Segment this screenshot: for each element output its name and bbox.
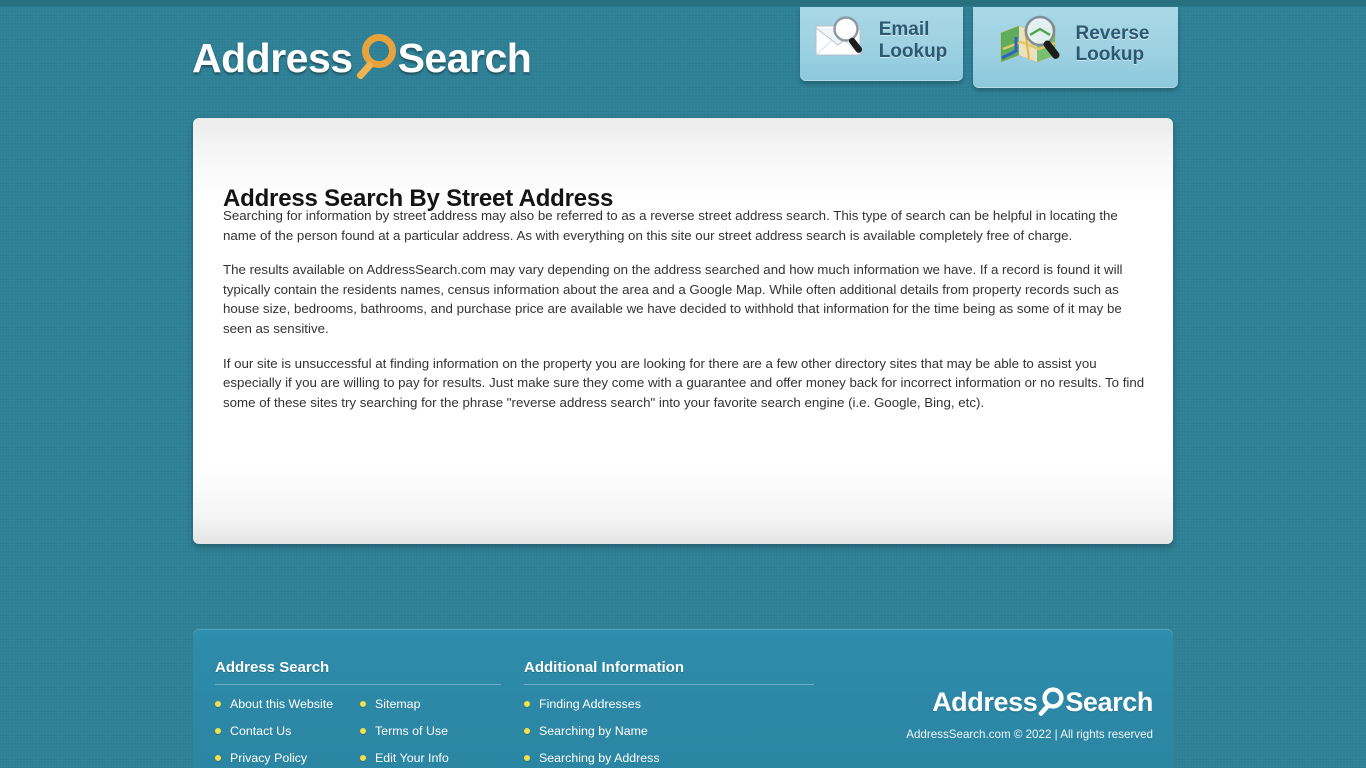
bullet-icon xyxy=(524,701,530,707)
magnifying-glass-icon xyxy=(1038,686,1064,719)
magnifying-glass-icon xyxy=(355,32,397,84)
tab-reverse-lookup[interactable]: Reverse Lookup xyxy=(973,6,1178,88)
footer-link-edit-your-info[interactable]: Edit Your Info xyxy=(375,751,449,765)
content-card: Address Search By Street Address Searchi… xyxy=(193,118,1173,544)
logo-text-search: Search xyxy=(397,34,532,81)
footer-link-list: Finding Addresses Searching by Name Sear… xyxy=(524,697,660,768)
bullet-icon xyxy=(360,755,366,761)
top-accent-strip xyxy=(0,0,1366,7)
top-tab-bar: Email Lookup Reverse Lookup xyxy=(800,6,1178,88)
footer-heading: Additional Information xyxy=(524,659,814,685)
footer-column-additional-information: Additional Information Finding Addresses… xyxy=(524,659,814,768)
footer-link-searching-by-name[interactable]: Searching by Name xyxy=(539,724,648,738)
list-item[interactable]: Sitemap xyxy=(360,697,449,711)
tab-reverse-lookup-label: Reverse Lookup xyxy=(1075,22,1150,65)
site-logo[interactable]: Address Search xyxy=(192,28,532,88)
list-item[interactable]: Terms of Use xyxy=(360,724,449,738)
footer-logo[interactable]: Address Search xyxy=(823,685,1153,719)
tab-email-lookup-label: Email Lookup xyxy=(878,19,948,62)
footer-heading: Address Search xyxy=(215,659,501,685)
site-footer: Address Search About this Website Contac… xyxy=(193,629,1173,768)
bullet-icon xyxy=(360,728,366,734)
footer-copyright: AddressSearch.com © 2022 | All rights re… xyxy=(906,728,1153,741)
article-body: Searching for information by street addr… xyxy=(223,206,1145,427)
site-header: Address Search Email Lookup Reverse Look… xyxy=(0,6,1366,110)
article-paragraph: Searching for information by street addr… xyxy=(223,208,1118,243)
footer-link-sitemap[interactable]: Sitemap xyxy=(375,697,420,711)
footer-link-list: Sitemap Terms of Use Edit Your Info xyxy=(360,697,449,768)
list-item[interactable]: About this Website xyxy=(215,697,360,711)
footer-logo-text-search: Search xyxy=(1065,686,1153,717)
bullet-icon xyxy=(524,728,530,734)
list-item[interactable]: Finding Addresses xyxy=(524,697,660,711)
list-item[interactable]: Edit Your Info xyxy=(360,751,449,765)
footer-link-finding-addresses[interactable]: Finding Addresses xyxy=(539,697,641,711)
footer-link-list: About this Website Contact Us Privacy Po… xyxy=(215,697,360,768)
tab-email-lookup[interactable]: Email Lookup xyxy=(800,6,963,81)
bullet-icon xyxy=(215,728,221,734)
article-paragraph: The results available on AddressSearch.c… xyxy=(223,262,1123,336)
footer-link-groups: About this Website Contact Us Privacy Po… xyxy=(215,697,501,768)
list-item[interactable]: Privacy Policy xyxy=(215,751,360,765)
bullet-icon xyxy=(215,701,221,707)
footer-link-about-this-website[interactable]: About this Website xyxy=(230,697,333,711)
list-item[interactable]: Searching by Name xyxy=(524,724,660,738)
footer-link-privacy-policy[interactable]: Privacy Policy xyxy=(230,751,307,765)
logo-text-address: Address xyxy=(192,34,353,81)
bullet-icon xyxy=(524,755,530,761)
bullet-icon xyxy=(215,755,221,761)
footer-link-contact-us[interactable]: Contact Us xyxy=(230,724,291,738)
list-item[interactable]: Searching by Address xyxy=(524,751,660,765)
footer-link-terms-of-use[interactable]: Terms of Use xyxy=(375,724,448,738)
footer-brand: Address Search AddressSearch.com © 2022 … xyxy=(823,685,1153,741)
article-paragraph: If our site is unsuccessful at finding i… xyxy=(223,355,1145,410)
list-item[interactable]: Contact Us xyxy=(215,724,360,738)
footer-logo-text-address: Address xyxy=(932,686,1038,717)
footer-link-searching-by-address[interactable]: Searching by Address xyxy=(539,751,660,765)
footer-column-address-search: Address Search About this Website Contac… xyxy=(215,659,501,768)
footer-link-groups: Finding Addresses Searching by Name Sear… xyxy=(524,697,814,768)
map-magnifier-icon xyxy=(997,15,1067,74)
bullet-icon xyxy=(360,701,366,707)
envelope-magnifier-icon xyxy=(814,14,870,67)
